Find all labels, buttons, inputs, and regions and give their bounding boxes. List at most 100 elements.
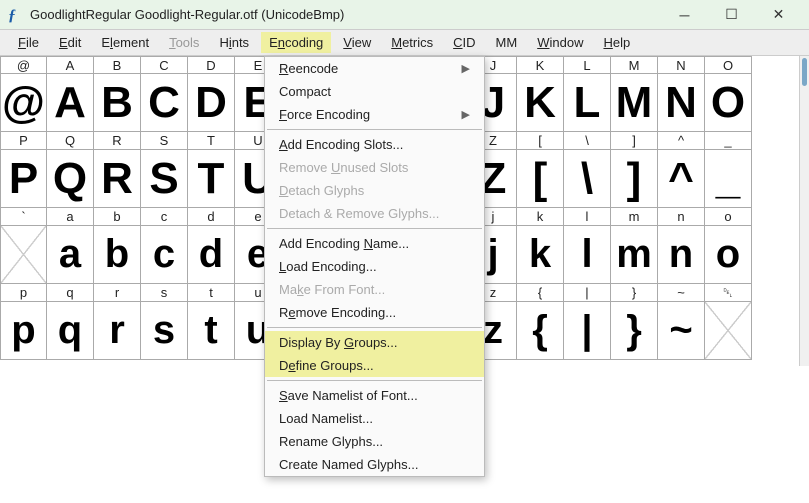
glyph-cell[interactable]: d — [188, 226, 235, 284]
glyph-cell[interactable]: T — [188, 150, 235, 208]
glyph-header: { — [517, 284, 564, 302]
glyph-header: p — [0, 284, 47, 302]
content-area: @ABCDEFGHIJKLMNO@ABCDEFGHIJKLMNOPQRSTUVW… — [0, 56, 809, 503]
glyph-cell[interactable]: A — [47, 74, 94, 132]
glyph-header: T — [188, 132, 235, 150]
glyph-cell[interactable]: r — [94, 302, 141, 360]
glyph-header: ~ — [658, 284, 705, 302]
separator — [267, 327, 482, 328]
glyph-header: ␡ — [705, 284, 752, 302]
glyph-cell[interactable]: a — [47, 226, 94, 284]
menu-encoding[interactable]: Encoding — [261, 32, 331, 53]
glyph-cell[interactable]: s — [141, 302, 188, 360]
glyph-header: L — [564, 56, 611, 74]
dd-define-groups[interactable]: Define Groups... — [265, 354, 484, 377]
glyph-cell[interactable]: M — [611, 74, 658, 132]
glyph-cell[interactable]: } — [611, 302, 658, 360]
glyph-cell[interactable]: p — [0, 302, 47, 360]
glyph-cell[interactable]: L — [564, 74, 611, 132]
glyph-cell[interactable]: @ — [0, 74, 47, 132]
glyph-cell[interactable]: S — [141, 150, 188, 208]
close-button[interactable]: ✕ — [756, 1, 801, 29]
glyph-cell[interactable]: m — [611, 226, 658, 284]
menu-metrics[interactable]: Metrics — [383, 32, 441, 53]
glyph-cell[interactable]: N — [658, 74, 705, 132]
glyph-cell[interactable]: q — [47, 302, 94, 360]
glyph-cell[interactable]: O — [705, 74, 752, 132]
dd-load-encoding[interactable]: Load Encoding... — [265, 255, 484, 278]
glyph-cell[interactable]: _ — [705, 150, 752, 208]
glyph-cell[interactable] — [0, 226, 47, 284]
glyph-header: ^ — [658, 132, 705, 150]
glyph-cell[interactable]: { — [517, 302, 564, 360]
menu-file[interactable]: File — [10, 32, 47, 53]
glyph-header: D — [188, 56, 235, 74]
glyph-header: q — [47, 284, 94, 302]
glyph-header: a — [47, 208, 94, 226]
glyph-header: t — [188, 284, 235, 302]
glyph-cell[interactable]: \ — [564, 150, 611, 208]
glyph-cell[interactable]: l — [564, 226, 611, 284]
glyph-header: A — [47, 56, 94, 74]
glyph-cell[interactable]: b — [94, 226, 141, 284]
menu-hints[interactable]: Hints — [211, 32, 257, 53]
dd-compact[interactable]: Compact — [265, 80, 484, 103]
glyph-cell[interactable]: ~ — [658, 302, 705, 360]
menu-edit[interactable]: Edit — [51, 32, 89, 53]
dd-save-namelist[interactable]: Save Namelist of Font... — [265, 384, 484, 407]
dd-create-named[interactable]: Create Named Glyphs... — [265, 453, 484, 476]
menu-cid[interactable]: CID — [445, 32, 483, 53]
dd-rename-glyphs[interactable]: Rename Glyphs... — [265, 430, 484, 453]
glyph-cell[interactable]: | — [564, 302, 611, 360]
encoding-dropdown: Reencode▶ Compact Force Encoding▶ Add En… — [264, 56, 485, 477]
menu-element[interactable]: Element — [93, 32, 157, 53]
dd-force-encoding[interactable]: Force Encoding▶ — [265, 103, 484, 126]
titlebar: ƒ GoodlightRegular Goodlight-Regular.otf… — [0, 0, 809, 30]
glyph-cell[interactable]: o — [705, 226, 752, 284]
dd-remove-encoding[interactable]: Remove Encoding... — [265, 301, 484, 324]
glyph-header: \ — [564, 132, 611, 150]
menu-window[interactable]: Window — [529, 32, 591, 53]
glyph-header: m — [611, 208, 658, 226]
glyph-header: ] — [611, 132, 658, 150]
glyph-cell[interactable]: P — [0, 150, 47, 208]
glyph-cell[interactable]: c — [141, 226, 188, 284]
glyph-cell[interactable]: ^ — [658, 150, 705, 208]
glyph-cell[interactable]: D — [188, 74, 235, 132]
glyph-header: o — [705, 208, 752, 226]
dd-make-from-font: Make From Font... — [265, 278, 484, 301]
glyph-cell[interactable]: B — [94, 74, 141, 132]
glyph-cell[interactable]: t — [188, 302, 235, 360]
maximize-button[interactable]: ☐ — [709, 1, 754, 29]
glyph-header: @ — [0, 56, 47, 74]
glyph-cell[interactable]: C — [141, 74, 188, 132]
menu-help[interactable]: Help — [595, 32, 638, 53]
menu-view[interactable]: View — [335, 32, 379, 53]
glyph-cell[interactable]: ] — [611, 150, 658, 208]
glyph-header: R — [94, 132, 141, 150]
glyph-cell[interactable]: [ — [517, 150, 564, 208]
glyph-cell[interactable]: R — [94, 150, 141, 208]
separator — [267, 228, 482, 229]
glyph-header: P — [0, 132, 47, 150]
glyph-header: ` — [0, 208, 47, 226]
glyph-cell[interactable]: n — [658, 226, 705, 284]
dd-remove-unused: Remove Unused Slots — [265, 156, 484, 179]
glyph-cell[interactable] — [705, 302, 752, 360]
glyph-header: d — [188, 208, 235, 226]
dd-load-namelist[interactable]: Load Namelist... — [265, 407, 484, 430]
glyph-cell[interactable]: k — [517, 226, 564, 284]
glyph-header: l — [564, 208, 611, 226]
dd-add-name[interactable]: Add Encoding Name... — [265, 232, 484, 255]
glyph-header: C — [141, 56, 188, 74]
scroll-thumb[interactable] — [802, 58, 807, 86]
dd-add-slots[interactable]: Add Encoding Slots... — [265, 133, 484, 156]
minimize-button[interactable]: ─ — [662, 1, 707, 29]
app-window: ƒ GoodlightRegular Goodlight-Regular.otf… — [0, 0, 809, 503]
glyph-cell[interactable]: Q — [47, 150, 94, 208]
scrollbar[interactable] — [799, 56, 809, 366]
dd-display-groups[interactable]: Display By Groups... — [265, 331, 484, 354]
menu-mm[interactable]: MM — [488, 32, 526, 53]
dd-reencode[interactable]: Reencode▶ — [265, 57, 484, 80]
glyph-cell[interactable]: K — [517, 74, 564, 132]
